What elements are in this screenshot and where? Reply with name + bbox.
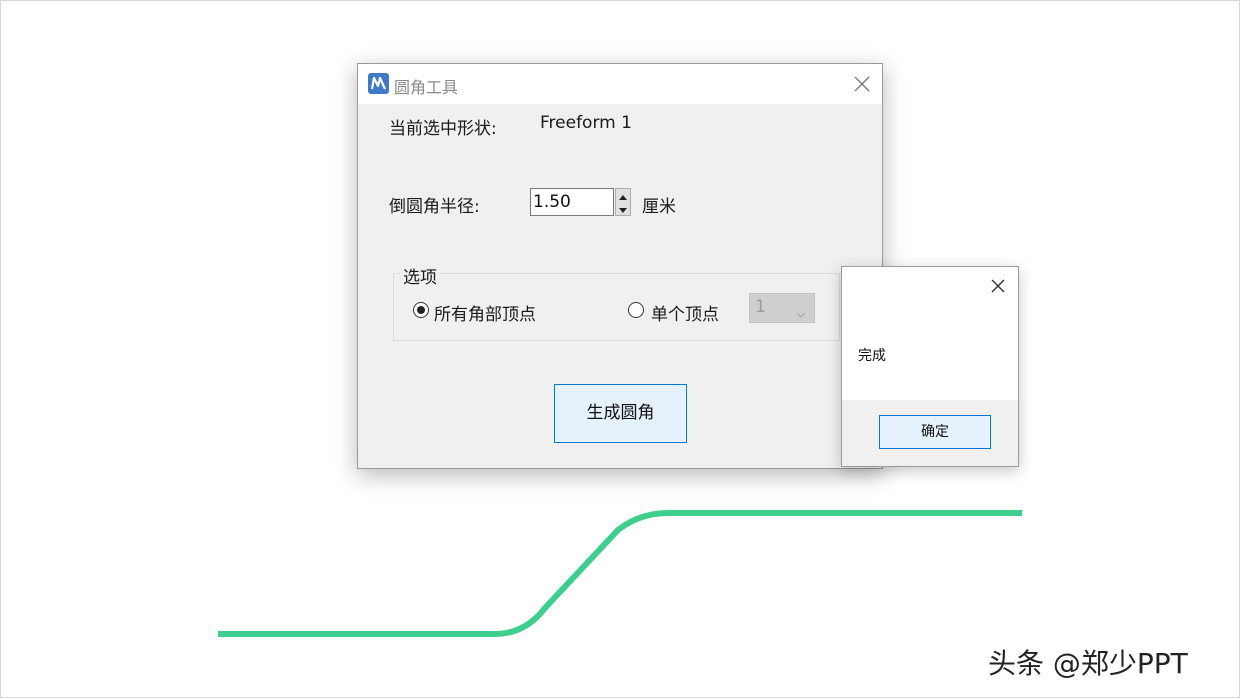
radio-single-vertex[interactable] [628,302,644,318]
current-shape-label: 当前选中形状: [389,119,497,139]
generate-round-corner-button[interactable]: 生成圆角 [554,384,687,443]
radius-input[interactable] [530,188,614,216]
app-logo-icon [368,73,389,94]
spin-up-icon[interactable] [616,189,630,202]
close-icon[interactable] [852,74,872,94]
dialog-title: 圆角工具 [394,78,459,97]
dialog-titlebar: 圆角工具 [358,64,882,104]
vertex-select-value: 1 [755,297,766,317]
current-shape-value: Freeform 1 [540,113,632,133]
radio-all-vertices[interactable] [413,302,429,318]
radio-all-vertices-label[interactable]: 所有角部顶点 [434,300,536,325]
message-text: 完成 [858,348,886,364]
rounded-corner-dialog: 圆角工具 当前选中形状: Freeform 1 倒圆角半径: 厘米 选项 所有角… [357,63,883,469]
radius-spinner [615,188,631,216]
options-legend: 选项 [400,263,440,288]
chevron-down-icon [796,304,806,323]
spin-down-icon[interactable] [616,202,630,215]
message-box: 完成 确定 [841,266,1019,467]
vertex-select[interactable]: 1 [749,293,815,323]
message-body: 完成 [842,267,1018,400]
radius-label: 倒圆角半径: [389,197,480,217]
ok-button[interactable]: 确定 [879,415,991,449]
radius-unit: 厘米 [642,197,676,217]
watermark-text: 头条 @郑少PPT [988,647,1188,680]
radio-single-vertex-label[interactable]: 单个顶点 [651,300,719,325]
close-icon[interactable] [990,278,1006,294]
